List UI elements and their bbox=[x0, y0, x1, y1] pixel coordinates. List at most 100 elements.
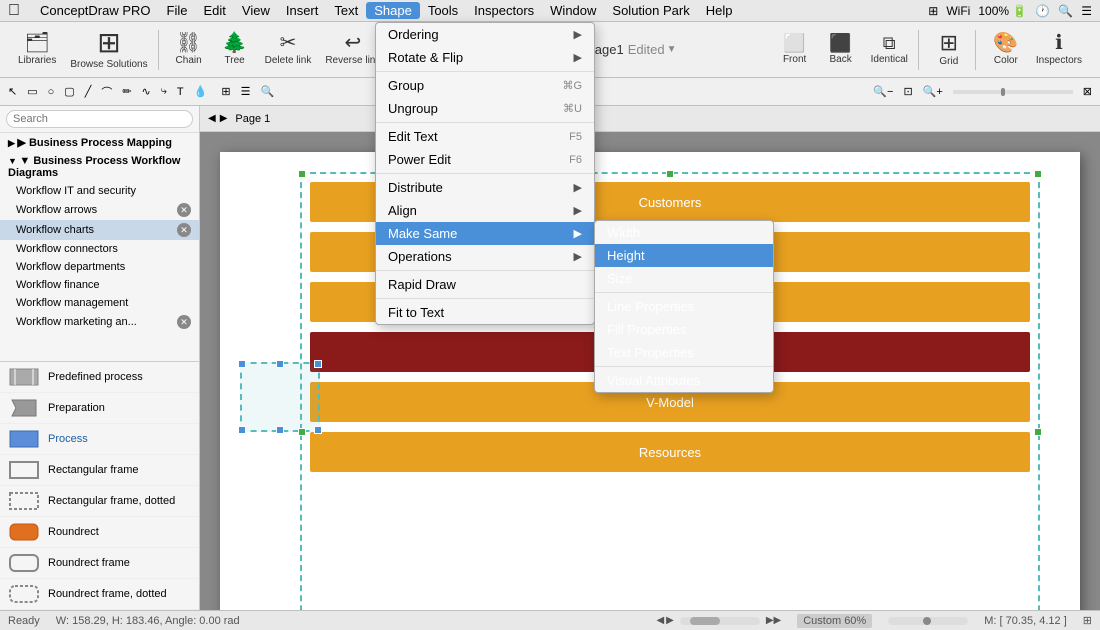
hscroll-bar[interactable] bbox=[680, 617, 760, 625]
menubar-help[interactable]: Help bbox=[698, 2, 741, 19]
menu-icon[interactable]: ☰ bbox=[1081, 4, 1092, 18]
menubar-insert[interactable]: Insert bbox=[278, 2, 327, 19]
menu-distribute[interactable]: Distribute ▶ bbox=[376, 176, 594, 199]
handle-tr[interactable] bbox=[1034, 170, 1042, 178]
grid-button[interactable]: ⊞ Grid bbox=[927, 30, 971, 69]
tool-rect[interactable]: ▭ bbox=[23, 83, 41, 100]
tool-oval[interactable]: ○ bbox=[44, 84, 59, 100]
page-tab[interactable]: Page 1 bbox=[235, 113, 270, 125]
submenu-height[interactable]: Height bbox=[595, 244, 773, 267]
menu-ungroup[interactable]: Ungroup ⌘U bbox=[376, 97, 594, 120]
tree-group-workflow-diagrams[interactable]: ▼ Business Process Workflow Diagrams bbox=[0, 152, 199, 182]
menu-power-edit[interactable]: Power Edit F6 bbox=[376, 148, 594, 171]
scroll-right[interactable]: ▶ bbox=[220, 113, 228, 124]
color-button[interactable]: 🎨 Color bbox=[984, 31, 1028, 68]
submenu-line-props[interactable]: Line Properties bbox=[595, 295, 773, 318]
menubar-window[interactable]: Window bbox=[542, 2, 604, 19]
menu-group[interactable]: Group ⌘G bbox=[376, 74, 594, 97]
tree-item-workflow-connectors[interactable]: Workflow connectors bbox=[0, 240, 199, 258]
tree-item-workflow-marketing[interactable]: Workflow marketing an... ✕ bbox=[0, 312, 199, 332]
scroll-left[interactable]: ◀ bbox=[208, 113, 216, 124]
tool-bezier[interactable]: ∿ bbox=[138, 83, 155, 100]
submenu-visual-attrs[interactable]: Visual Attributes bbox=[595, 369, 773, 392]
menubar-shape[interactable]: Shape bbox=[366, 2, 420, 19]
shape-preparation[interactable]: Preparation bbox=[0, 393, 199, 424]
submenu-fill-props[interactable]: Fill Properties bbox=[595, 318, 773, 341]
delete-link-button[interactable]: ✂ Delete link bbox=[259, 31, 318, 68]
small-handle-bl[interactable] bbox=[238, 426, 246, 434]
browse-solutions-button[interactable]: ⊞ Browse Solutions bbox=[64, 27, 153, 72]
zoom-out-btn[interactable]: 🔍− bbox=[869, 83, 897, 100]
tree-group-business-process-mapping[interactable]: ▶ Business Process Mapping bbox=[0, 133, 199, 152]
tool-arrow[interactable]: ↖ bbox=[4, 83, 21, 100]
menubar-solution-park[interactable]: Solution Park bbox=[604, 2, 697, 19]
identical-button[interactable]: ⧉ Identical bbox=[865, 32, 914, 67]
back-button[interactable]: ⬛ Back bbox=[819, 32, 863, 67]
tree-item-workflow-departments[interactable]: Workflow departments bbox=[0, 258, 199, 276]
statusbar-icon[interactable]: ⊞ bbox=[1083, 614, 1092, 627]
menubar-file[interactable]: File bbox=[159, 2, 196, 19]
small-handle-bm[interactable] bbox=[276, 426, 284, 434]
menu-edit-text[interactable]: Edit Text F5 bbox=[376, 125, 594, 148]
handle-tm[interactable] bbox=[666, 170, 674, 178]
handle-mr[interactable] bbox=[1034, 428, 1042, 436]
menubar-edit[interactable]: Edit bbox=[196, 2, 234, 19]
front-button[interactable]: ⬜ Front bbox=[773, 32, 817, 67]
small-handle-tm[interactable] bbox=[276, 360, 284, 368]
zoom-slider-thumb[interactable] bbox=[1001, 88, 1005, 96]
menubar-tools[interactable]: Tools bbox=[420, 2, 466, 19]
menu-rapid-draw[interactable]: Rapid Draw bbox=[376, 273, 594, 296]
submenu-size[interactable]: Size bbox=[595, 267, 773, 290]
shape-roundrect-dotted[interactable]: Roundrect frame, dotted bbox=[0, 579, 199, 610]
zoom-display[interactable]: Custom 60% bbox=[797, 614, 872, 628]
search-btn[interactable]: 🔍 bbox=[256, 83, 278, 100]
tool-eyedrop[interactable]: 💧 bbox=[190, 83, 212, 100]
scroll-right-btn[interactable]: ▶ bbox=[666, 615, 674, 626]
scroll-left-btn[interactable]: ◀ bbox=[656, 615, 664, 626]
zoom-slider-status[interactable] bbox=[888, 617, 968, 625]
menu-rotate-flip[interactable]: Rotate & Flip ▶ bbox=[376, 46, 594, 69]
menubar-view[interactable]: View bbox=[234, 2, 278, 19]
zoom-fit-btn[interactable]: ⊡ bbox=[899, 83, 916, 100]
grid-view-btn[interactable]: ⊞ bbox=[217, 83, 234, 100]
tree-item-workflow-finance[interactable]: Workflow finance bbox=[0, 276, 199, 294]
tree-item-workflow-charts[interactable]: Workflow charts ✕ bbox=[0, 220, 199, 240]
inspectors-button[interactable]: ℹ Inspectors bbox=[1030, 31, 1088, 68]
shape-rectangular-frame-dotted[interactable]: Rectangular frame, dotted bbox=[0, 486, 199, 517]
tree-item-workflow-management[interactable]: Workflow management bbox=[0, 294, 199, 312]
dropdown-arrow[interactable]: ▼ bbox=[667, 44, 677, 55]
small-handle-br[interactable] bbox=[314, 426, 322, 434]
zoom-slider[interactable] bbox=[953, 90, 1073, 94]
zoom-slider-thumb-status[interactable] bbox=[923, 617, 931, 625]
shape-roundrect-frame[interactable]: Roundrect frame bbox=[0, 548, 199, 579]
list-view-btn[interactable]: ☰ bbox=[237, 83, 255, 100]
menu-operations[interactable]: Operations ▶ bbox=[376, 245, 594, 268]
menu-align[interactable]: Align ▶ bbox=[376, 199, 594, 222]
small-shape-selected[interactable] bbox=[240, 362, 320, 432]
scroll-end-btn[interactable]: ▶▶ bbox=[766, 615, 781, 626]
hscroll-thumb[interactable] bbox=[690, 617, 720, 625]
shape-process[interactable]: Process bbox=[0, 424, 199, 455]
small-handle-tl[interactable] bbox=[238, 360, 246, 368]
menubar-inspectors[interactable]: Inspectors bbox=[466, 2, 542, 19]
tree-item-it-security[interactable]: Workflow IT and security bbox=[0, 182, 199, 200]
submenu-width[interactable]: Width bbox=[595, 221, 773, 244]
apple-menu[interactable]:  bbox=[8, 2, 20, 20]
search-input[interactable] bbox=[6, 110, 193, 128]
tool-curve[interactable]: ⌒ bbox=[97, 82, 116, 102]
zoom-reset-btn[interactable]: ⊠ bbox=[1079, 83, 1096, 100]
shape-predefined-process[interactable]: Predefined process bbox=[0, 362, 199, 393]
shape-rectangular-frame[interactable]: Rectangular frame bbox=[0, 455, 199, 486]
shape-roundrect[interactable]: Roundrect bbox=[0, 517, 199, 548]
tool-line[interactable]: ╱ bbox=[81, 83, 96, 100]
search-icon-menubar[interactable]: 🔍 bbox=[1058, 4, 1073, 18]
tool-round-rect[interactable]: ▢ bbox=[60, 83, 78, 100]
zoom-in-btn[interactable]: 🔍+ bbox=[919, 83, 947, 100]
menubar-app[interactable]: ConceptDraw PRO bbox=[32, 2, 159, 19]
small-handle-tr[interactable] bbox=[314, 360, 322, 368]
tool-pen[interactable]: ✏ bbox=[118, 83, 135, 100]
tree-button[interactable]: 🌲 Tree bbox=[213, 31, 257, 68]
menu-make-same[interactable]: Make Same ▶ Width Height Size Line Prope… bbox=[376, 222, 594, 245]
menu-fit-to-text[interactable]: Fit to Text bbox=[376, 301, 594, 324]
menu-ordering[interactable]: Ordering ▶ bbox=[376, 23, 594, 46]
